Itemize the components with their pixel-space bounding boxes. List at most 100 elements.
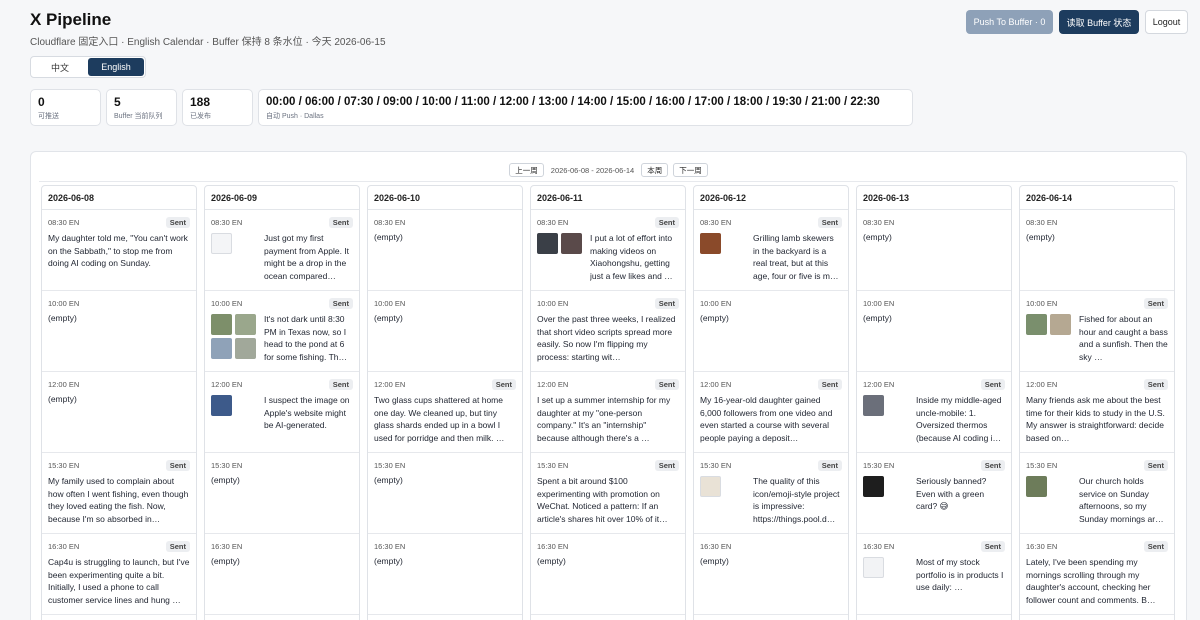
media-thumbnail[interactable] <box>561 233 582 254</box>
time-slot[interactable]: 16:30 EN (empty) <box>368 534 522 615</box>
calendar-board: 上一周 2026-06-08 - 2026-06-14 本周 下一周 2026-… <box>30 151 1187 620</box>
slot-empty: (empty) <box>1026 232 1055 242</box>
language-option-zh[interactable]: 中文 <box>32 58 88 76</box>
time-slot[interactable]: 08:30 EN (empty) <box>1020 210 1174 291</box>
media-thumbnail[interactable] <box>211 314 232 335</box>
stat-buffer-queue-value: 5 <box>114 95 121 109</box>
media-thumbnail[interactable] <box>863 557 884 578</box>
slot-empty: (empty) <box>48 394 77 404</box>
push-to-buffer-button[interactable]: Push To Buffer · 0 <box>966 10 1053 34</box>
time-slot[interactable]: 16:30 EN Sent Lately, I've been spending m… <box>1020 534 1174 615</box>
time-slot[interactable]: 12:00 EN Sent Two glass cups shattered at … <box>368 372 522 453</box>
board-divider <box>39 181 1178 182</box>
slot-time: 16:30 EN <box>537 542 569 551</box>
slot-text: I set up a summer internship for my daug… <box>537 395 671 443</box>
slot-time: 16:30 EN <box>700 542 732 551</box>
slot-body: Most of my stock portfolio is in product… <box>863 557 1005 594</box>
stat-published: 188 已发布 <box>182 89 253 126</box>
time-slot[interactable]: 12:00 EN Sent I set up a summer internship… <box>531 372 685 453</box>
time-slot[interactable]: 12:00 EN Sent Inside my middle-aged uncle-… <box>857 372 1011 453</box>
media-thumbnail[interactable] <box>700 233 721 254</box>
media-thumbnail[interactable] <box>700 476 721 497</box>
day-column: 2026-06-12 08:30 EN Sent Grilling lamb skew… <box>693 185 849 620</box>
slot-thumbnails <box>863 476 911 513</box>
sent-badge: Sent <box>654 217 679 228</box>
sent-badge: Sent <box>817 217 842 228</box>
time-slot[interactable]: 10:00 EN (empty) <box>42 291 196 372</box>
time-slot[interactable]: 16:30 EN Sent Most of my stock portfolio i… <box>857 534 1011 615</box>
media-thumbnail[interactable] <box>211 233 232 254</box>
media-thumbnail[interactable] <box>211 395 232 416</box>
current-week-button[interactable]: 本周 <box>641 163 669 177</box>
language-option-en[interactable]: English <box>88 58 144 76</box>
slot-text: Spent a bit around $100 experimenting wi… <box>537 476 668 524</box>
slot-empty: (empty) <box>700 313 729 323</box>
slot-text: Just got my first payment from Apple. It… <box>264 233 350 281</box>
time-slot[interactable]: 15:30 EN Sent Spent a bit around $100 expe… <box>531 453 685 534</box>
time-slot[interactable]: 08:30 EN Sent Just got my first payment fr… <box>205 210 359 291</box>
sent-badge: Sent <box>980 379 1005 390</box>
slot-thumbnails <box>211 395 259 432</box>
media-thumbnail[interactable] <box>863 476 884 497</box>
media-thumbnail[interactable] <box>863 395 884 416</box>
media-thumbnail[interactable] <box>211 338 232 359</box>
time-slot[interactable]: 12:00 EN Sent I suspect the image on Apple… <box>205 372 359 453</box>
time-slot[interactable]: 16:30 EN (empty) <box>531 534 685 615</box>
logout-button[interactable]: Logout <box>1145 10 1188 34</box>
media-thumbnail[interactable] <box>235 338 256 359</box>
time-slot[interactable]: 15:30 EN Sent Seriously banned? Even with … <box>857 453 1011 534</box>
schedule-label: 自动 Push · Dallas <box>266 113 324 120</box>
slot-time: 10:00 EN <box>374 299 406 308</box>
time-slot[interactable]: 12:00 EN (empty) <box>42 372 196 453</box>
read-buffer-status-button[interactable]: 读取 Buffer 状态 <box>1059 10 1139 34</box>
media-thumbnail[interactable] <box>235 314 256 335</box>
slot-text: Seriously banned? Even with a green card… <box>916 476 987 511</box>
media-thumbnail[interactable] <box>1050 314 1071 335</box>
slot-text: Over the past three weeks, I realized th… <box>537 314 676 362</box>
time-slot[interactable]: 15:30 EN (empty) <box>368 453 522 534</box>
media-thumbnail[interactable] <box>1026 476 1047 497</box>
slot-time: 10:00 EN <box>863 299 895 308</box>
time-slot[interactable]: 12:00 EN Sent My 16-year-old daughter gain… <box>694 372 848 453</box>
sent-badge: Sent <box>654 298 679 309</box>
next-week-button[interactable]: 下一周 <box>673 163 708 177</box>
time-slot[interactable]: 10:00 EN Sent Fished for about an hour and… <box>1020 291 1174 372</box>
time-slot[interactable]: 10:00 EN (empty) <box>694 291 848 372</box>
time-slot[interactable]: 08:30 EN Sent Grilling lamb skewers in the… <box>694 210 848 291</box>
day-header: 2026-06-08 <box>42 186 196 210</box>
time-slot[interactable]: 08:30 EN Sent My daughter told me, "You ca… <box>42 210 196 291</box>
time-slot[interactable]: 12:00 EN Sent Many friends ask me about th… <box>1020 372 1174 453</box>
sent-badge: Sent <box>980 541 1005 552</box>
sent-badge: Sent <box>1143 460 1168 471</box>
time-slot[interactable]: 16:30 EN Sent Cap4u is struggling to launc… <box>42 534 196 615</box>
sent-badge: Sent <box>328 298 353 309</box>
time-slot[interactable]: 10:00 EN (empty) <box>857 291 1011 372</box>
sent-badge: Sent <box>165 460 190 471</box>
day-header: 2026-06-14 <box>1020 186 1174 210</box>
slot-body: Seriously banned? Even with a green card… <box>863 476 1005 513</box>
prev-week-button[interactable]: 上一周 <box>509 163 544 177</box>
time-slot[interactable]: 15:30 EN Sent The quality of this icon/emo… <box>694 453 848 534</box>
slot-text: Fished for about an hour and caught a ba… <box>1079 314 1168 362</box>
schedule-times: 00:00 / 06:00 / 07:30 / 09:00 / 10:00 / … <box>266 96 880 108</box>
time-slot[interactable]: 08:30 EN Sent I put a lot of effort into m… <box>531 210 685 291</box>
time-slot[interactable]: 15:30 EN Sent Our church holds service on … <box>1020 453 1174 534</box>
media-thumbnail[interactable] <box>537 233 558 254</box>
time-slot[interactable]: 15:30 EN Sent My family used to complain a… <box>42 453 196 534</box>
time-slot[interactable]: 10:00 EN Sent It's not dark until 8:30 PM … <box>205 291 359 372</box>
time-slot[interactable]: 15:30 EN (empty) <box>205 453 359 534</box>
time-slot[interactable]: 08:30 EN (empty) <box>857 210 1011 291</box>
slot-thumbnails <box>211 233 259 282</box>
time-slot[interactable]: 10:00 EN (empty) <box>368 291 522 372</box>
time-slot[interactable]: 10:00 EN Sent Over the past three weeks, I… <box>531 291 685 372</box>
time-slot[interactable]: 16:30 EN (empty) <box>694 534 848 615</box>
time-slot[interactable]: 08:30 EN (empty) <box>368 210 522 291</box>
slot-text: Inside my middle-aged uncle-mobile: 1. O… <box>916 395 1002 443</box>
slot-time: 16:30 EN <box>374 542 406 551</box>
slot-thumbnails <box>1026 476 1074 525</box>
time-slot[interactable]: 16:30 EN (empty) <box>205 534 359 615</box>
sent-badge: Sent <box>1143 379 1168 390</box>
language-toggle: 中文 English <box>30 56 146 78</box>
sent-badge: Sent <box>980 460 1005 471</box>
media-thumbnail[interactable] <box>1026 314 1047 335</box>
